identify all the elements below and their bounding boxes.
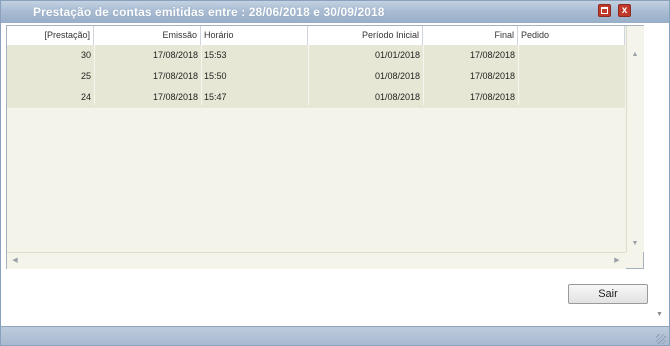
- scroll-up-icon[interactable]: ▲: [629, 51, 641, 59]
- horizontal-scrollbar[interactable]: ◀ ▶: [7, 252, 626, 269]
- cell-periodo-inicial: 01/01/2018: [374, 50, 420, 60]
- cell-pedido: [518, 66, 625, 87]
- scroll-down-icon[interactable]: ▼: [656, 311, 663, 318]
- title-bar[interactable]: Prestação de contas emitidas entre : 28/…: [1, 1, 669, 23]
- column-divider: [94, 45, 95, 105]
- cell-emissao: 17/08/2018: [152, 71, 198, 81]
- column-header-final[interactable]: Final: [423, 26, 518, 45]
- scroll-left-icon[interactable]: ◀: [9, 257, 21, 265]
- status-bar: [1, 326, 669, 345]
- cell-periodo-inicial: 01/08/2018: [374, 71, 420, 81]
- maximize-button[interactable]: [598, 4, 611, 17]
- cell-prestacao: 30: [80, 50, 91, 60]
- table-row[interactable]: 25 17/08/2018 15:50 01/08/2018 17/08/201…: [7, 66, 625, 88]
- column-header-emissao[interactable]: Emissão: [94, 26, 201, 45]
- column-header-prestacao[interactable]: [Prestação]: [7, 26, 94, 45]
- table-row[interactable]: 30 17/08/2018 15:53 01/01/2018 17/08/201…: [7, 45, 625, 67]
- scrollbar-corner: [626, 252, 643, 268]
- table-row[interactable]: 24 17/08/2018 15:47 01/08/2018 17/08/201…: [7, 87, 625, 109]
- scroll-right-icon[interactable]: ▶: [611, 257, 623, 265]
- vertical-scrollbar[interactable]: ▲ ▼: [626, 26, 644, 252]
- column-divider: [423, 45, 424, 105]
- cell-periodo-inicial: 01/08/2018: [374, 92, 420, 102]
- scroll-down-icon[interactable]: ▼: [629, 240, 641, 248]
- cell-prestacao: 25: [80, 71, 91, 81]
- column-divider: [201, 45, 202, 105]
- close-button[interactable]: x: [618, 4, 631, 17]
- sair-button[interactable]: Sair: [568, 284, 648, 304]
- cell-final: 17/08/2018: [469, 92, 515, 102]
- column-divider: [308, 45, 309, 105]
- cell-emissao: 17/08/2018: [152, 50, 198, 60]
- cell-horario: 15:47: [204, 92, 227, 102]
- column-header-horario[interactable]: Horário: [201, 26, 308, 45]
- accounts-table: [Prestação] Emissão Horário Período Inic…: [6, 25, 644, 269]
- cell-pedido: [518, 87, 625, 108]
- cell-pedido: [518, 45, 625, 66]
- cell-horario: 15:53: [204, 50, 227, 60]
- column-divider: [518, 45, 519, 105]
- cell-final: 17/08/2018: [469, 50, 515, 60]
- column-header-periodo-inicial[interactable]: Período Inicial: [308, 26, 423, 45]
- cell-final: 17/08/2018: [469, 71, 515, 81]
- cell-emissao: 17/08/2018: [152, 92, 198, 102]
- column-header-pedido[interactable]: Pedido: [518, 26, 625, 45]
- table-header: [Prestação] Emissão Horário Período Inic…: [7, 26, 625, 46]
- window-title: Prestação de contas emitidas entre : 28/…: [33, 5, 385, 19]
- resize-grip-icon[interactable]: [656, 334, 666, 344]
- cell-prestacao: 24: [80, 92, 91, 102]
- dialog-window: Prestação de contas emitidas entre : 28/…: [0, 0, 670, 346]
- cell-horario: 15:50: [204, 71, 227, 81]
